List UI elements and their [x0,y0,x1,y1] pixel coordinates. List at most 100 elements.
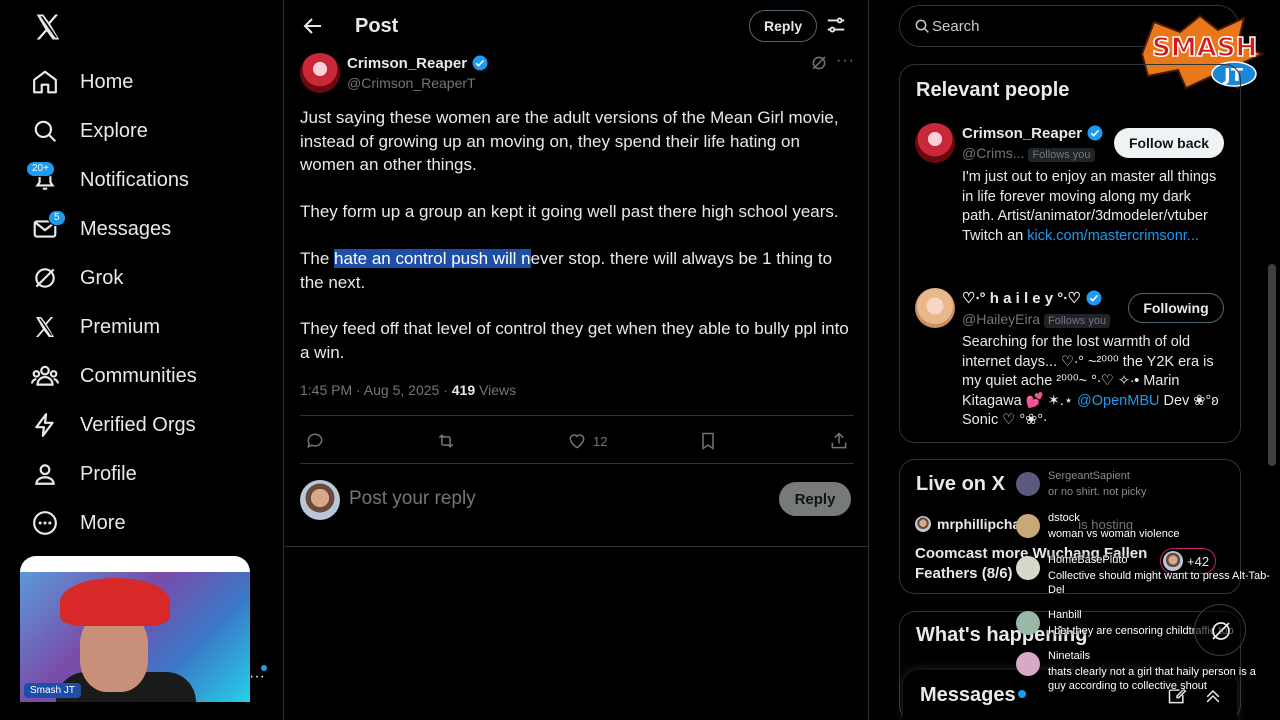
x-logo-icon[interactable] [32,12,64,42]
chat-username: Hanbill [1048,609,1082,621]
chat-username: SergeantSapient [1048,470,1130,482]
share-icon [831,432,847,449]
nav-more[interactable]: More [30,503,126,543]
header-reply-button[interactable]: Reply [749,10,818,42]
back-arrow-icon[interactable] [301,14,325,38]
chat-username: Ninetails [1048,650,1091,662]
share-action[interactable] [829,430,849,452]
notifications-badge: 20+ [26,161,55,177]
reply-submit-button[interactable]: Reply [779,482,851,516]
nav-communities[interactable]: Communities [30,356,197,396]
repost-action[interactable] [436,430,456,452]
post-text-paragraph: They form up a group an kept it going we… [300,202,839,221]
webcam-overlay: Smash JT [20,556,250,702]
person-name-row[interactable]: ♡∙° h a i l e y °∙♡ [962,289,1103,307]
post-author-avatar[interactable] [300,53,340,93]
nav-label: Explore [80,119,148,142]
bookmark-icon [702,432,714,450]
nav-label: Messages [80,217,172,240]
person-name: ♡∙° h a i l e y °∙♡ [962,290,1081,307]
verified-badge-icon [1087,125,1103,141]
nav-label: Verified Orgs [80,413,196,436]
more-circle-icon [30,508,60,538]
chat-avatar [1016,472,1040,496]
following-button[interactable]: Following [1128,293,1224,323]
grok-floating-button[interactable] [1194,604,1246,656]
page-title: Post [355,15,399,37]
person-handle-row: @Crims... Follows you [962,145,1095,162]
webcam-feed: Smash JT [20,572,250,702]
chat-text: or no shirt. not picky [1048,486,1147,498]
grok-icon [1212,622,1230,640]
chat-avatar [1016,514,1040,538]
webcam-hat [60,578,170,626]
bookmark-action[interactable] [698,430,718,452]
nav-explore[interactable]: Explore [30,111,148,151]
nav-premium[interactable]: Premium [30,307,160,347]
selected-text-highlight: hate an control push will n [334,249,531,268]
person-handle: @HaileyEira [962,311,1041,327]
post-text-paragraph: Just saying these women are the adult ve… [300,108,839,174]
post-header: Post Reply [285,0,869,52]
reply-action[interactable] [305,430,325,452]
person-name-row[interactable]: Crimson_Reaper [962,124,1104,142]
x-logo-icon [30,312,60,342]
chat-username: dstock [1048,512,1080,524]
nav-messages[interactable]: 5 Messages [30,209,171,249]
more-options-icon[interactable]: ··· [836,52,855,70]
post-author-name-row[interactable]: Crimson_Reaper [347,54,489,72]
comment-icon [307,433,323,449]
page-scrollbar[interactable] [1268,264,1276,466]
nav-notifications[interactable]: 20+ Notifications [26,160,189,200]
chat-text: woman vs woman violence [1048,528,1180,540]
follows-you-badge: Follows you [1028,148,1095,162]
like-count: 12 [593,433,608,449]
divider [300,415,854,416]
person-icon [30,459,60,489]
verified-badge-icon [472,55,488,71]
post-author-handle[interactable]: @Crimson_ReaperT [347,75,476,91]
search-icon [30,116,60,146]
grok-icon [30,263,60,293]
chat-avatar [1016,611,1040,635]
post-timestamp[interactable]: 1:45 PM · Aug 5, 2025 · [300,382,452,398]
post-meta: 1:45 PM · Aug 5, 2025 · 419 Views [300,382,516,398]
like-action[interactable]: 12 [567,430,607,452]
nav-label: More [80,511,126,534]
nav-label: Notifications [80,168,189,191]
nav-home[interactable]: Home [30,62,133,102]
person-name: Crimson_Reaper [962,124,1083,142]
nav-verified-orgs[interactable]: Verified Orgs [30,405,196,445]
follow-back-button[interactable]: Follow back [1114,128,1224,158]
bell-icon: 20+ [26,161,60,195]
person-avatar[interactable] [915,123,955,163]
nav-label: Profile [80,462,137,485]
nav-profile[interactable]: Profile [30,454,137,494]
person-avatar[interactable] [915,288,955,328]
nav-grok[interactable]: Grok [30,258,123,298]
envelope-icon: 5 [30,210,66,244]
repost-icon [438,434,454,448]
bio-mention-link[interactable]: @OpenMBU [1077,393,1159,409]
views-label: Views [475,382,517,398]
chat-text: Collective should might want to press Al… [1048,570,1270,596]
chat-username: HomeBasePluto [1048,554,1128,566]
sliders-icon[interactable] [825,14,847,36]
post-author-name: Crimson_Reaper [347,54,468,72]
host-avatar [915,516,931,532]
person-handle: @Crims... [962,145,1025,161]
views-count: 419 [451,382,476,398]
heart-icon [569,434,585,449]
svg-text:SMASH: SMASH [1152,33,1257,63]
people-icon [30,361,60,391]
stream-chat-overlay: SergeantSapient or no shirt. not picky d… [1012,468,1270,704]
home-icon [30,67,60,97]
reply-input[interactable]: Post your reply [349,488,476,510]
nav-label: Communities [80,364,197,387]
grok-icon[interactable] [810,54,828,72]
bio-link[interactable]: kick.com/mastercrimsonr... [1027,228,1199,244]
chat-avatar [1016,556,1040,580]
post-text-segment: The [300,249,335,268]
nav-label: Home [80,70,134,93]
live-title: Live on X [916,473,1005,495]
